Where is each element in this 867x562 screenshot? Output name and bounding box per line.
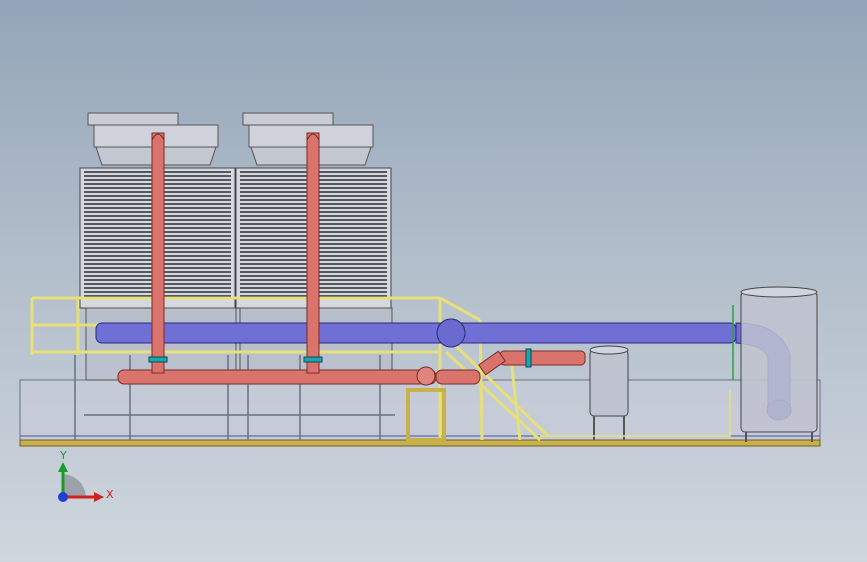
cad-viewport[interactable]: X Y <box>0 0 867 562</box>
x-axis-label: X <box>106 488 114 501</box>
storage-tank[interactable] <box>740 286 818 442</box>
coordinate-triad[interactable]: X Y <box>58 449 114 502</box>
assembly-model[interactable]: X Y <box>0 0 867 562</box>
z-axis-dot <box>58 492 68 502</box>
y-axis-label: Y <box>59 449 67 462</box>
